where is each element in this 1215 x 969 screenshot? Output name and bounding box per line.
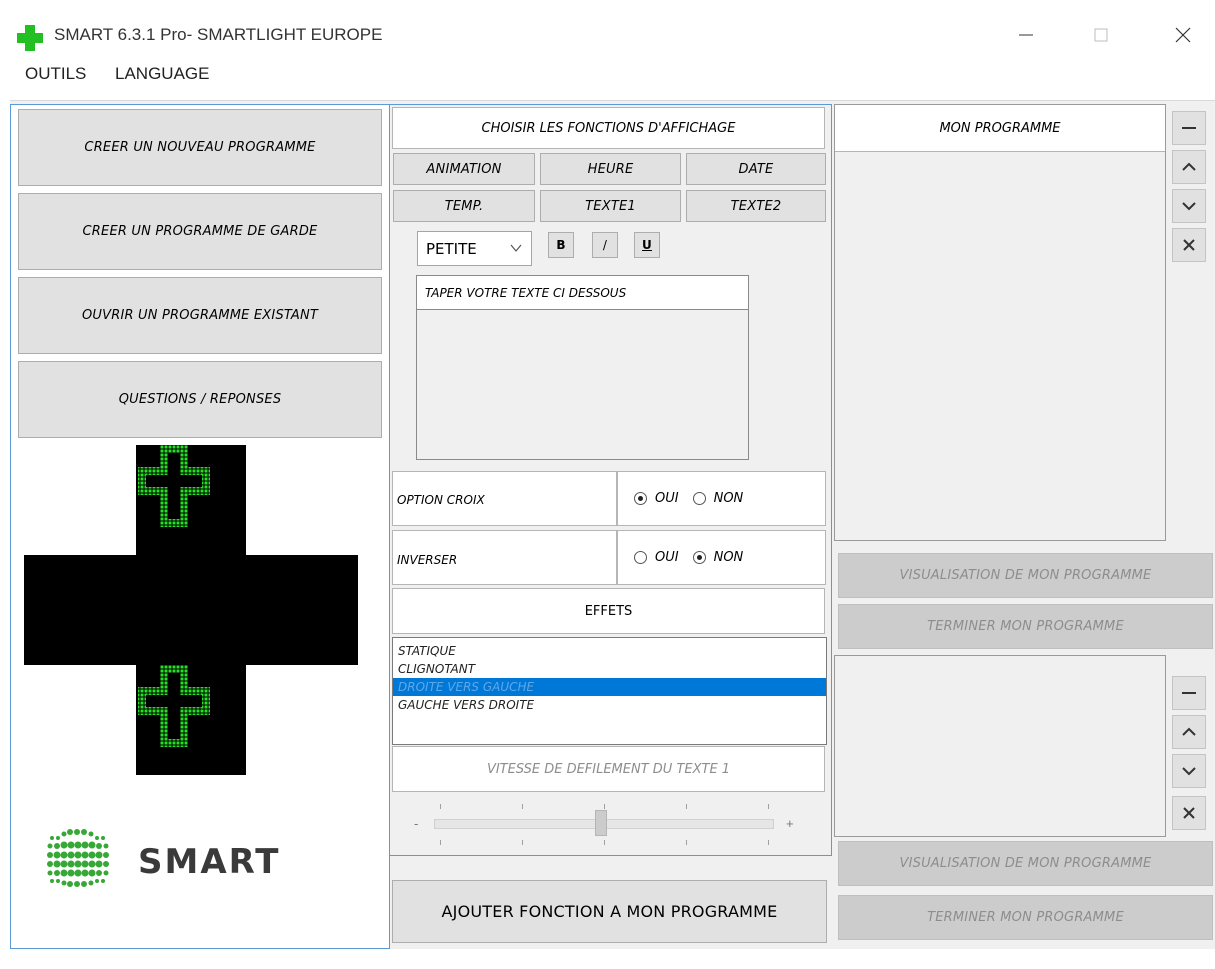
minus-icon[interactable] [1172, 676, 1206, 710]
inverser-radios: OUI NON [617, 530, 826, 585]
radio-unselected-icon [634, 551, 647, 564]
finish-program-button-2[interactable]: TERMINER MON PROGRAMME [838, 895, 1213, 940]
date-button[interactable]: DATE [686, 153, 826, 185]
texte2-button[interactable]: TEXTE2 [686, 190, 826, 222]
chevron-up-icon[interactable] [1172, 150, 1206, 184]
heure-button[interactable]: HEURE [540, 153, 681, 185]
maximize-button[interactable] [1078, 18, 1124, 52]
effect-droite-vers-gauche[interactable]: DROITE VERS GAUCHE [393, 678, 826, 696]
slider-tick [440, 804, 441, 809]
green-cross-icon [16, 24, 44, 52]
speed-slider[interactable]: - + [392, 798, 825, 854]
radio-unselected-icon [692, 492, 706, 505]
chevron-down-icon[interactable] [1172, 189, 1206, 223]
slider-tick [522, 804, 523, 809]
create-guard-program-button[interactable]: CREER UN PROGRAMME DE GARDE [18, 193, 382, 270]
option-croix-label-box: OPTION CROIX [392, 471, 617, 526]
radio-selected-icon [692, 551, 706, 564]
effect-clignotant[interactable]: CLIGNOTANT [393, 660, 826, 678]
smart-logo-text: SMART [138, 842, 280, 882]
inverser-non[interactable]: NON [692, 550, 743, 565]
temp-button[interactable]: TEMP. [393, 190, 535, 222]
italic-button[interactable]: / [592, 232, 618, 258]
close-icon[interactable] [1172, 796, 1206, 830]
effect-statique[interactable]: STATIQUE [393, 642, 826, 660]
minus-icon[interactable] [1172, 111, 1206, 145]
option-croix-non[interactable]: NON [692, 491, 743, 506]
chevron-up-icon[interactable] [1172, 715, 1206, 749]
slider-tick [686, 840, 687, 845]
text-entry-box: TAPER VOTRE TEXTE CI DESSOUS [416, 275, 749, 460]
visualize-program-button-2[interactable]: VISUALISATION DE MON PROGRAMME [838, 841, 1213, 886]
speed-label-box: VITESSE DE DEFILEMENT DU TEXTE 1 [392, 746, 825, 792]
finish-program-button[interactable]: TERMINER MON PROGRAMME [838, 604, 1213, 649]
chevron-down-icon [509, 241, 523, 260]
close-icon[interactable] [1172, 228, 1206, 262]
smart-logo: SMART [46, 826, 346, 906]
font-size-select[interactable]: PETITE [417, 231, 532, 266]
speed-plus-label: + [786, 816, 794, 831]
function-header: CHOISIR LES FONCTIONS D'AFFICHAGE [392, 107, 825, 149]
menu-outils[interactable]: OUTILS [25, 64, 86, 84]
window-title: SMART 6.3.1 Pro- SMARTLIGHT EUROPE [54, 25, 383, 44]
option-croix-radios: OUI NON [617, 471, 826, 526]
font-size-value: PETITE [426, 239, 477, 258]
slider-thumb[interactable] [594, 810, 607, 836]
program-list-secondary[interactable] [834, 655, 1166, 837]
slider-tick [604, 840, 605, 845]
slider-tick [522, 840, 523, 845]
add-function-button[interactable]: AJOUTER FONCTION A MON PROGRAMME [392, 880, 827, 943]
program-header: MON PROGRAMME [835, 105, 1165, 152]
create-new-program-button[interactable]: CREER UN NOUVEAU PROGRAMME [18, 109, 382, 186]
slider-tick [686, 804, 687, 809]
effects-list[interactable]: STATIQUE CLIGNOTANT DROITE VERS GAUCHE G… [392, 637, 827, 745]
slider-tick [440, 840, 441, 845]
close-window-button[interactable] [1160, 18, 1206, 52]
underline-button[interactable]: U [634, 232, 660, 258]
program-list[interactable]: MON PROGRAMME [834, 104, 1166, 541]
faq-button[interactable]: QUESTIONS / REPONSES [18, 361, 382, 438]
option-croix-oui[interactable]: OUI [634, 491, 679, 506]
slider-tick [604, 804, 605, 809]
inverser-oui[interactable]: OUI [634, 550, 679, 565]
texte1-button[interactable]: TEXTE1 [540, 190, 681, 222]
animation-button[interactable]: ANIMATION [393, 153, 535, 185]
slider-tick [768, 840, 769, 845]
minimize-button[interactable] [1003, 18, 1049, 52]
slider-tick [768, 804, 769, 809]
text-entry-header: TAPER VOTRE TEXTE CI DESSOUS [417, 276, 748, 310]
radio-selected-icon [634, 492, 647, 505]
effect-gauche-vers-droite[interactable]: GAUCHE VERS DROITE [393, 696, 826, 714]
open-existing-program-button[interactable]: OUVRIR UN PROGRAMME EXISTANT [18, 277, 382, 354]
menu-language[interactable]: LANGUAGE [115, 64, 209, 84]
bold-button[interactable]: B [548, 232, 574, 258]
visualize-program-button[interactable]: VISUALISATION DE MON PROGRAMME [838, 553, 1213, 598]
effects-header: EFFETS [392, 588, 825, 634]
led-cross-preview [24, 445, 358, 775]
chevron-down-icon[interactable] [1172, 754, 1206, 788]
text-input[interactable] [417, 310, 748, 459]
inverser-label-box: INVERSER [392, 530, 617, 585]
speed-minus-label: - [414, 816, 419, 831]
